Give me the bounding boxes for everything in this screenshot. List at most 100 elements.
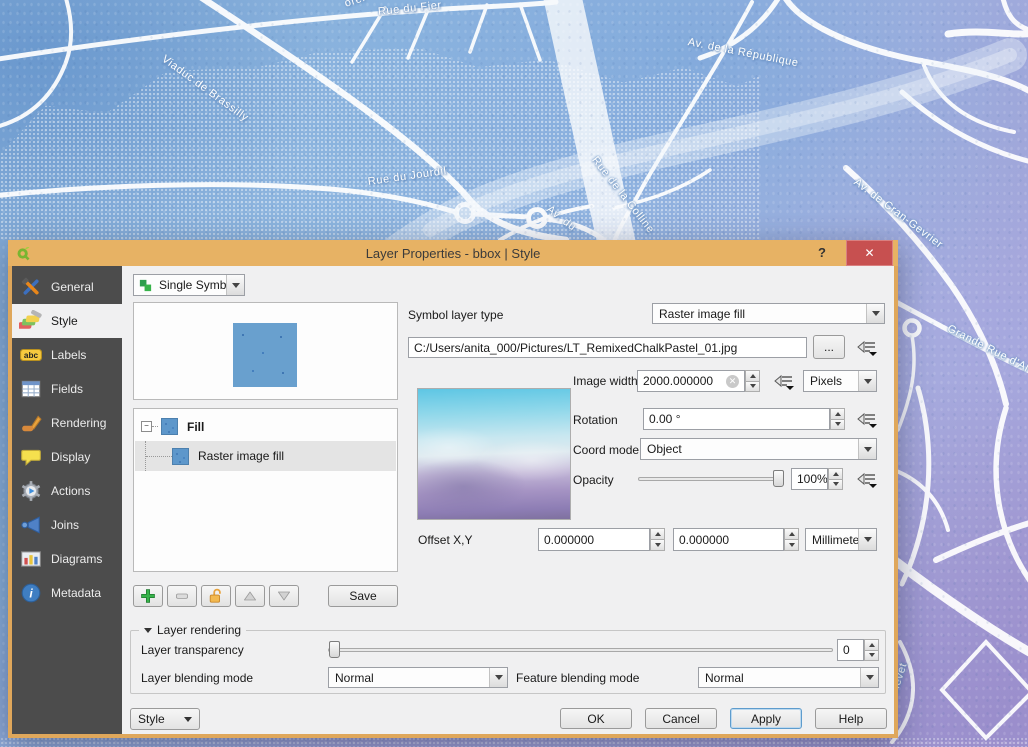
image-width-unit-combo[interactable]: Pixels	[803, 370, 877, 392]
rotation-field[interactable]: 0.00 °	[643, 408, 830, 430]
image-width-label: Image width	[573, 374, 638, 388]
symbol-preview-swatch	[233, 323, 297, 387]
style-menu-button[interactable]: Style	[130, 708, 200, 730]
sidebar-item-labels[interactable]: abc Labels	[12, 338, 122, 372]
sidebar-item-display[interactable]: Display	[12, 440, 122, 474]
move-layer-down-button[interactable]	[269, 585, 299, 607]
chevron-down-icon	[226, 275, 244, 295]
sidebar-item-rendering[interactable]: Rendering	[12, 406, 122, 440]
collapse-icon	[144, 628, 152, 633]
style-icon	[19, 310, 43, 332]
layer-blending-combo[interactable]: Normal	[328, 667, 508, 688]
offset-unit-combo[interactable]: Millimeter	[805, 528, 877, 551]
raster-image-preview	[417, 388, 571, 520]
chevron-down-icon	[866, 304, 884, 323]
lock-icon	[208, 588, 224, 604]
opacity-label: Opacity	[573, 473, 614, 487]
opacity-value-field[interactable]: 100%	[791, 468, 828, 490]
layer-transparency-spinner[interactable]	[864, 639, 879, 661]
sidebar-item-general[interactable]: General	[12, 270, 122, 304]
svg-text:abc: abc	[24, 351, 39, 360]
image-width-field[interactable]: 2000.000000 ✕	[637, 370, 745, 392]
help-button[interactable]: Help	[815, 708, 887, 729]
renderer-combo[interactable]: Single Symbol	[133, 274, 245, 296]
remove-symbol-layer-button[interactable]	[167, 585, 197, 607]
browse-button[interactable]: ...	[813, 335, 845, 359]
rotation-label: Rotation	[573, 413, 618, 427]
labels-icon: abc	[19, 344, 43, 366]
feature-blending-label: Feature blending mode	[516, 671, 639, 685]
add-symbol-layer-button[interactable]	[133, 585, 163, 607]
clear-icon[interactable]: ✕	[726, 375, 739, 388]
offset-x-spinner[interactable]	[650, 528, 665, 551]
renderer-icon	[138, 278, 153, 293]
move-layer-up-button[interactable]	[235, 585, 265, 607]
actions-icon	[19, 480, 43, 502]
joins-icon	[19, 514, 43, 536]
layer-transparency-handle[interactable]	[329, 641, 340, 658]
sidebar-item-fields[interactable]: Fields	[12, 372, 122, 406]
tree-row-fill[interactable]: − Fill	[135, 412, 396, 441]
image-width-spinner[interactable]	[745, 370, 760, 392]
data-defined-override-button[interactable]	[769, 372, 798, 392]
help-icon[interactable]: ?	[808, 240, 836, 266]
offset-y-spinner[interactable]	[784, 528, 799, 551]
data-defined-override-button[interactable]	[852, 338, 881, 358]
data-defined-icon	[856, 339, 878, 357]
offset-y-field[interactable]: 0.000000	[673, 528, 784, 551]
tree-row-raster-image-fill[interactable]: Raster image fill	[135, 441, 396, 471]
data-defined-icon	[773, 373, 795, 391]
plus-icon	[140, 588, 156, 604]
image-path-field[interactable]: C:/Users/anita_000/Pictures/LT_RemixedCh…	[408, 337, 807, 358]
street-label: Rue de la Colline	[589, 154, 656, 235]
layer-blending-label: Layer blending mode	[141, 671, 253, 685]
move-down-icon	[276, 589, 292, 603]
qgis-icon	[15, 245, 32, 262]
ok-button[interactable]: OK	[560, 708, 632, 729]
street-label: Rue du Fier	[377, 0, 442, 18]
minus-icon	[174, 588, 190, 604]
screen: orel Rue du Fier Av. de la République Vi…	[0, 0, 1028, 747]
feature-blending-combo[interactable]: Normal	[698, 667, 879, 688]
offset-x-field[interactable]: 0.000000	[538, 528, 650, 551]
bbox-fill-pattern	[0, 48, 760, 240]
data-defined-override-button[interactable]	[852, 470, 881, 490]
cancel-button[interactable]: Cancel	[645, 708, 717, 729]
sidebar-item-actions[interactable]: Actions	[12, 474, 122, 508]
symbol-layer-type-combo[interactable]: Raster image fill	[652, 303, 885, 324]
dialog-titlebar[interactable]: Layer Properties - bbox | Style ? ✕	[8, 240, 898, 266]
fill-thumbnail	[161, 418, 178, 435]
symbol-preview-panel	[133, 302, 398, 400]
layer-transparency-slider[interactable]	[328, 648, 833, 652]
sidebar-item-diagrams[interactable]: Diagrams	[12, 542, 122, 576]
expander-icon[interactable]: −	[141, 421, 152, 432]
save-symbol-button[interactable]: Save	[328, 585, 398, 607]
display-icon	[19, 446, 43, 468]
street-label: Rue du Jourdil	[367, 165, 447, 188]
street-label: Av. de la République	[687, 36, 800, 69]
layer-transparency-value[interactable]: 0	[837, 639, 864, 661]
layer-properties-dialog: Layer Properties - bbox | Style ? ✕ Gene…	[8, 240, 898, 738]
street-label: Av. du	[544, 203, 578, 233]
street-label: orel	[343, 0, 366, 10]
layer-rendering-header[interactable]: Layer rendering	[139, 623, 246, 637]
rotation-spinner[interactable]	[830, 408, 845, 430]
opacity-slider-handle[interactable]	[773, 470, 784, 487]
data-defined-icon	[856, 411, 878, 429]
coord-mode-combo[interactable]: Object	[640, 438, 877, 460]
symbol-layer-tree: − Fill Raster image fill	[133, 408, 398, 572]
layer-rendering-group: Layer rendering Layer transparency 0 Lay…	[130, 630, 886, 694]
lock-layer-button[interactable]	[201, 585, 231, 607]
data-defined-override-button[interactable]	[852, 410, 881, 430]
tools-icon	[19, 276, 43, 298]
move-up-icon	[242, 589, 258, 603]
sidebar-item-joins[interactable]: Joins	[12, 508, 122, 542]
offset-label: Offset X,Y	[418, 533, 472, 547]
sidebar-item-style[interactable]: Style	[12, 304, 122, 338]
apply-button[interactable]: Apply	[730, 708, 802, 729]
symbol-layer-type-label: Symbol layer type	[408, 308, 503, 322]
opacity-spinner[interactable]	[828, 468, 843, 490]
sidebar-item-metadata[interactable]: i Metadata	[12, 576, 122, 610]
close-icon[interactable]: ✕	[846, 240, 893, 266]
opacity-slider[interactable]	[638, 477, 784, 481]
